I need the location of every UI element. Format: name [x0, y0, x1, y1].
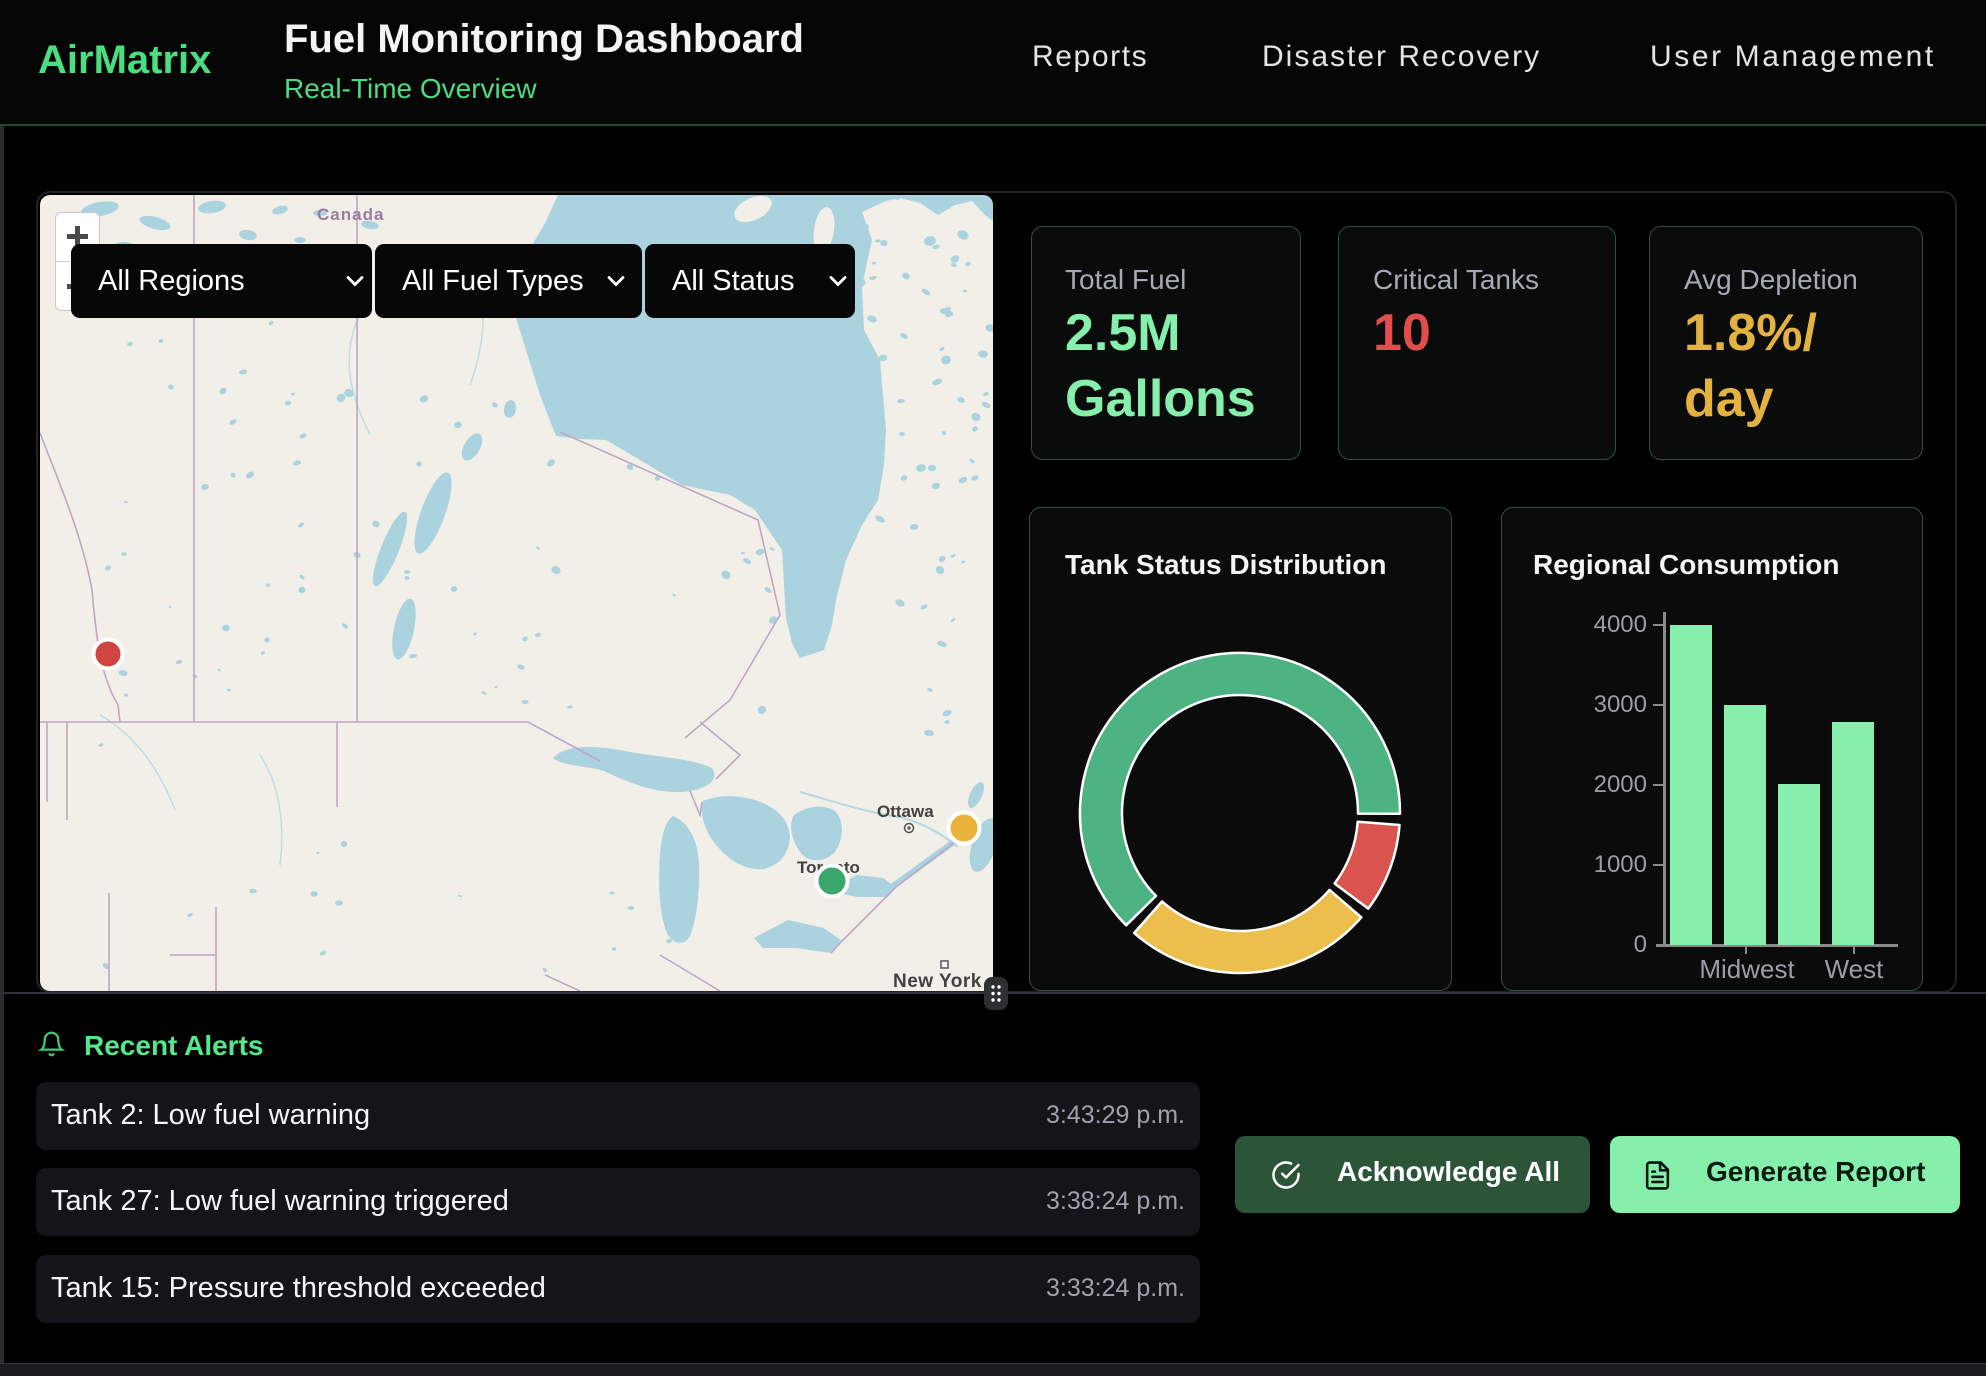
svg-text:Canada: Canada [317, 205, 384, 224]
svg-text:New York: New York [893, 971, 982, 991]
svg-text:Ottawa: Ottawa [877, 802, 934, 821]
